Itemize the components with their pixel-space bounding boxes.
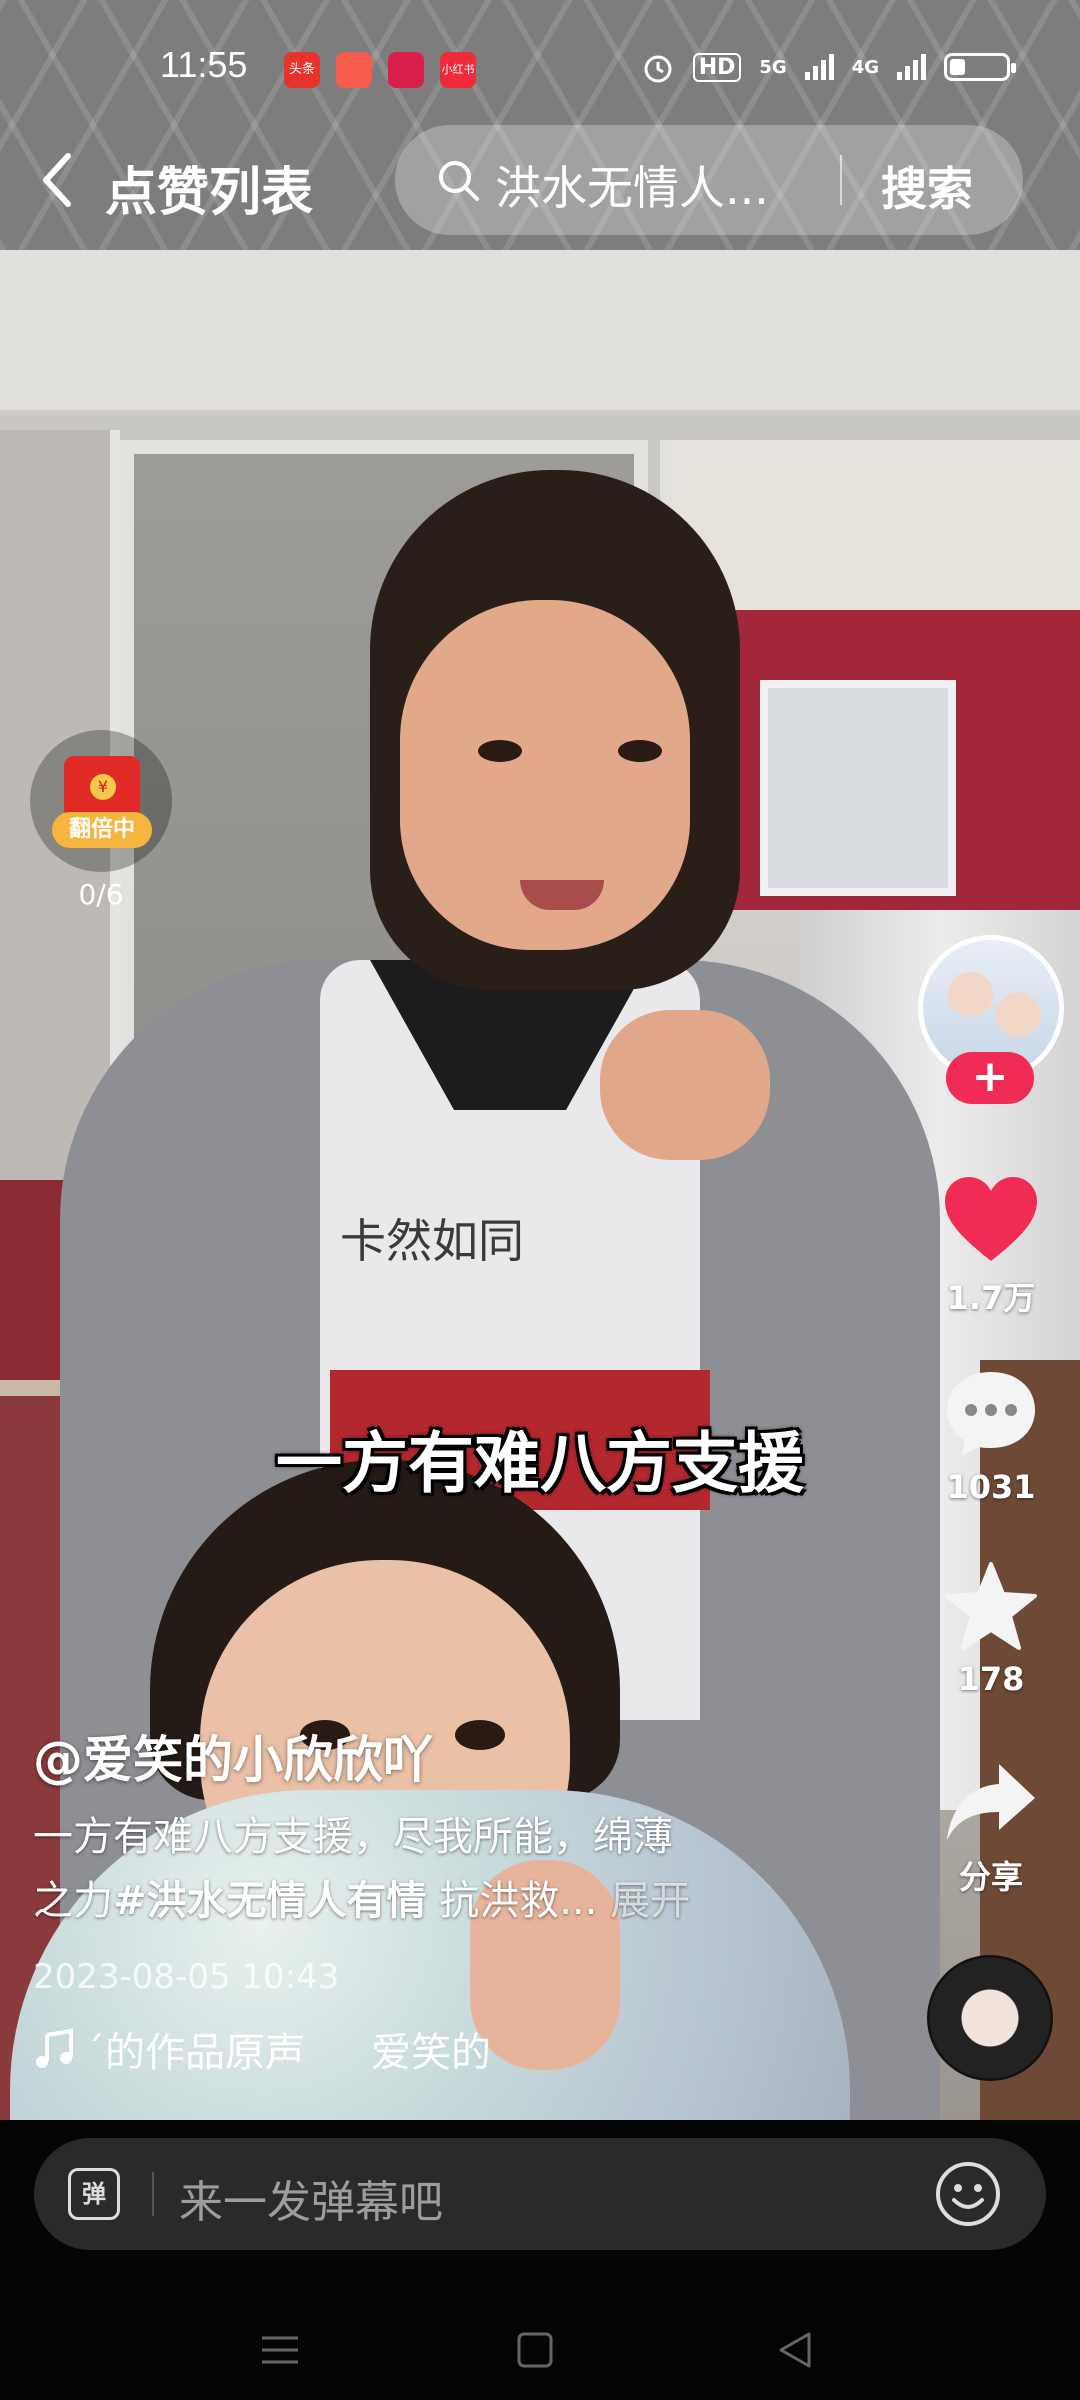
status-indicators: HD 5G 4G bbox=[641, 50, 1016, 84]
search-bar[interactable]: 洪水无情人... 搜索 bbox=[395, 125, 1023, 235]
music-info[interactable]: ´的作品原声 爱笑的 bbox=[33, 2020, 491, 2078]
app-notification-icon bbox=[336, 52, 372, 88]
music-title: ´的作品原声 bbox=[85, 2030, 305, 2076]
danmaku-input[interactable]: 弹 来一发弹幕吧 bbox=[34, 2138, 1046, 2250]
hashtag-link[interactable]: #洪水无情人有情 bbox=[113, 1878, 427, 1924]
red-packet-widget[interactable]: ¥ 翻倍中 bbox=[30, 730, 172, 872]
search-query[interactable]: 洪水无情人... bbox=[495, 152, 769, 218]
status-time: 11:55 bbox=[160, 44, 248, 85]
back-triangle-icon[interactable] bbox=[765, 2320, 825, 2380]
search-divider bbox=[840, 155, 842, 205]
description-line-1: 一方有难八方支援，尽我所能，绵薄 bbox=[33, 1814, 673, 1860]
expand-link[interactable]: 展开 bbox=[597, 1878, 690, 1924]
shirt-logo: 卡然如同 bbox=[340, 1214, 524, 1268]
signal-5g-icon bbox=[804, 54, 834, 80]
music-note-icon bbox=[36, 2028, 73, 2068]
danmaku-toggle-icon[interactable]: 弹 bbox=[68, 2168, 120, 2220]
coin-icon: ¥ bbox=[90, 774, 116, 800]
home-icon[interactable] bbox=[505, 2320, 565, 2380]
like-count: 1.7万 bbox=[946, 1279, 1036, 1317]
danmaku-placeholder[interactable]: 来一发弹幕吧 bbox=[179, 2166, 443, 2230]
ceiling-beam bbox=[0, 250, 1080, 416]
menu-icon[interactable] bbox=[250, 2320, 310, 2380]
post-date: 2023-08-05 10:43 bbox=[33, 1957, 340, 1997]
heart-icon bbox=[945, 1177, 1037, 1261]
author-name[interactable]: @爱笑的小欣欣吖 bbox=[33, 1720, 433, 1792]
star-icon bbox=[945, 1562, 1037, 1650]
woman-eye-right bbox=[618, 740, 662, 762]
description-text: 之力 bbox=[33, 1878, 113, 1924]
share-button[interactable]: 分享 bbox=[926, 1760, 1056, 1898]
favorite-count: 178 bbox=[957, 1660, 1025, 1698]
danmaku-divider bbox=[152, 2172, 154, 2216]
back-icon[interactable] bbox=[38, 150, 78, 210]
follow-button[interactable]: + bbox=[946, 1052, 1034, 1104]
page-title: 点赞列表 bbox=[105, 163, 314, 223]
description-tail: 抗洪救... bbox=[426, 1878, 598, 1924]
video-player[interactable]: 卡然如同 bbox=[0, 0, 1080, 2120]
red-packet-progress: 0/6 bbox=[78, 878, 124, 911]
search-icon bbox=[439, 161, 479, 201]
hd-badge: HD bbox=[692, 52, 742, 82]
toutiao-app-icon: 头条 bbox=[284, 52, 320, 88]
search-button[interactable]: 搜索 bbox=[881, 153, 973, 219]
status-bar: 11:55 头条 小红书 HD 5G 4G bbox=[0, 40, 1080, 100]
description-line-2: 之力#洪水无情人有情 抗洪救... 展开 bbox=[33, 1869, 793, 1933]
woman-eye-left bbox=[478, 740, 522, 762]
video-description[interactable]: 一方有难八方支援，尽我所能，绵薄 之力#洪水无情人有情 抗洪救... 展开 bbox=[33, 1805, 793, 1933]
music-author: 爱笑的 bbox=[371, 2030, 491, 2076]
app-notification-icon bbox=[388, 52, 424, 88]
network-5g-label: 5G bbox=[759, 56, 787, 78]
music-disc[interactable] bbox=[927, 1955, 1053, 2081]
signal-4g-icon bbox=[897, 54, 926, 80]
woman-fist bbox=[600, 1010, 770, 1160]
video-subtitle: 一方有难八方支援 bbox=[276, 1425, 804, 1502]
share-icon bbox=[947, 1764, 1035, 1840]
favorite-button[interactable]: 178 bbox=[926, 1560, 1056, 1698]
share-label: 分享 bbox=[958, 1858, 1023, 1896]
alarm-icon bbox=[644, 55, 672, 83]
xiaohongshu-app-icon: 小红书 bbox=[440, 52, 476, 88]
battery-level bbox=[950, 59, 965, 75]
like-button[interactable]: 1.7万 bbox=[926, 1175, 1056, 1319]
battery-icon bbox=[944, 53, 1016, 81]
network-4g-label: 4G bbox=[851, 56, 879, 78]
red-packet-badge: 翻倍中 bbox=[52, 812, 152, 848]
girl-eye-right bbox=[455, 1720, 505, 1750]
emoji-icon[interactable] bbox=[934, 2160, 1002, 2228]
window bbox=[760, 680, 956, 896]
